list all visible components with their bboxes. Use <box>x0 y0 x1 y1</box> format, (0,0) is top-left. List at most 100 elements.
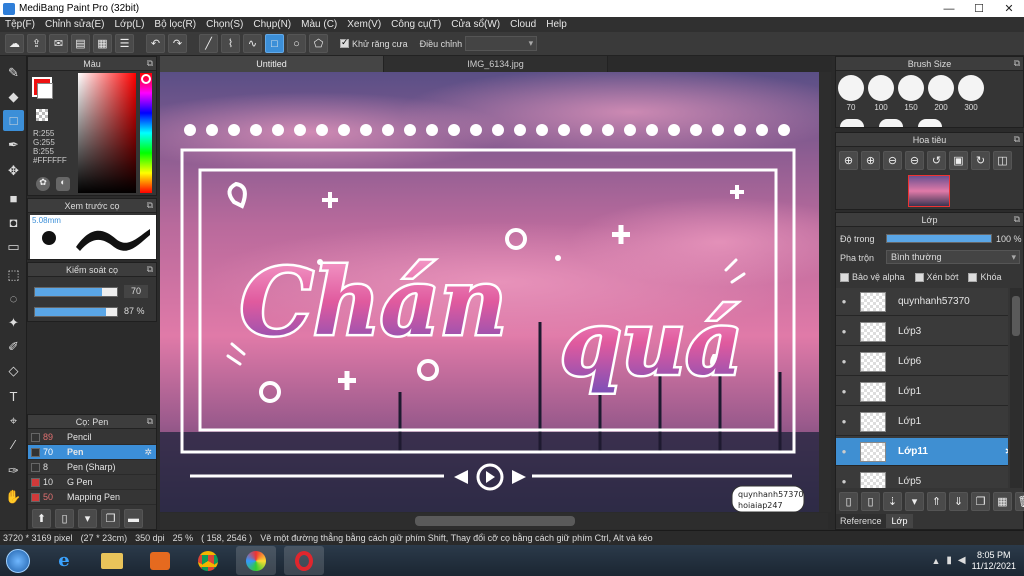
protect-alpha-option[interactable]: Bảo vệ alpha <box>840 272 905 282</box>
brush-tool-icon[interactable]: ✎ <box>3 62 24 83</box>
media-player-icon[interactable] <box>140 546 180 575</box>
copy-brush-icon[interactable]: ❐ <box>101 509 120 528</box>
text-tool-icon[interactable]: T <box>3 386 24 407</box>
menu-help[interactable]: Help <box>541 19 572 30</box>
minimize-button[interactable]: — <box>934 0 964 17</box>
menu-capture[interactable]: Chụp(N) <box>248 19 296 30</box>
merge-up-icon[interactable]: ⇑ <box>927 492 946 511</box>
document-icon[interactable]: ▤ <box>71 34 90 53</box>
opera-icon[interactable] <box>284 546 324 575</box>
zoom-out-2-icon[interactable]: ⊖ <box>905 151 924 170</box>
expand-icon[interactable]: ⧉ <box>1014 134 1020 145</box>
cloud-icon[interactable]: ☁ <box>5 34 24 53</box>
dropper2-tool-icon[interactable]: ✑ <box>3 460 24 481</box>
zoom-in-icon[interactable]: ⊕ <box>839 151 858 170</box>
grid-icon[interactable]: ▦ <box>93 34 112 53</box>
brush-item-pen-sharp[interactable]: 8 Pen (Sharp) <box>28 460 156 475</box>
magic-wand-tool-icon[interactable]: ✦ <box>3 312 24 333</box>
layer-item-selected[interactable]: ● Lớp11 ✲ <box>836 438 1008 466</box>
lock-option[interactable]: Khóa <box>968 272 1002 282</box>
expand-icon[interactable]: ⧉ <box>147 264 153 275</box>
size-preset-100[interactable]: 100 <box>866 75 896 112</box>
bucket-tool-icon[interactable]: ◘ <box>3 212 24 233</box>
primary-color-swatch[interactable] <box>37 83 53 99</box>
layer-item[interactable]: ● Lớp6 <box>836 348 1008 376</box>
menu-filter[interactable]: Bộ lọc(R) <box>149 19 201 30</box>
start-button[interactable] <box>0 545 36 576</box>
medibang-app-icon[interactable] <box>236 546 276 575</box>
expand-icon[interactable]: ⧉ <box>147 200 153 211</box>
menu-layer[interactable]: Lớp(L) <box>110 19 150 30</box>
layer-item[interactable]: ● quynhanh57370 <box>836 288 1008 316</box>
color-tools-icon[interactable]: ◐ <box>56 177 70 191</box>
menu-window[interactable]: Cửa sổ(W) <box>446 19 505 30</box>
eye-icon[interactable]: ● <box>836 387 852 396</box>
brush-size-slider[interactable] <box>34 287 118 297</box>
antialias-checkbox[interactable] <box>340 37 349 48</box>
eye-icon[interactable]: ● <box>836 327 852 336</box>
pen-tool-icon[interactable]: ✒ <box>3 134 24 155</box>
gradient-tool-icon[interactable]: ▭ <box>3 236 24 257</box>
file-explorer-icon[interactable] <box>92 546 132 575</box>
layer-options-icon[interactable]: ▾ <box>905 492 924 511</box>
eye-icon[interactable]: ● <box>836 357 852 366</box>
polyline-tool-icon[interactable]: ⌇ <box>221 34 240 53</box>
menu-select[interactable]: Chọn(S) <box>201 19 248 30</box>
rotate-right-icon[interactable]: ↻ <box>971 151 990 170</box>
brush-item-pen[interactable]: 70 Pen ✲ <box>28 445 156 460</box>
layer-item[interactable]: ● Lớp5 <box>836 468 1008 488</box>
color-sv-picker[interactable] <box>78 73 136 193</box>
transparent-swatch[interactable] <box>36 109 48 121</box>
folder-icon[interactable]: ▬ <box>124 509 143 528</box>
ellipse-tool-icon[interactable]: ○ <box>287 34 306 53</box>
expand-icon[interactable]: ⧉ <box>1014 214 1020 225</box>
zoom-out-icon[interactable]: ⊖ <box>883 151 902 170</box>
zoom-in-2-icon[interactable]: ⊕ <box>861 151 880 170</box>
redo-icon[interactable]: ↷ <box>168 34 187 53</box>
palette-icon[interactable]: ✿ <box>36 177 50 191</box>
merge-down-icon[interactable]: ⇓ <box>949 492 968 511</box>
chrome-icon[interactable] <box>188 546 228 575</box>
comment-icon[interactable]: ✉ <box>49 34 68 53</box>
undo-icon[interactable]: ↶ <box>146 34 165 53</box>
volume-icon[interactable]: ◀ <box>958 555 966 566</box>
size-preset-150[interactable]: 150 <box>896 75 926 112</box>
menu-view[interactable]: Xem(V) <box>342 19 386 30</box>
polygon-tool-icon[interactable]: ⬠ <box>309 34 328 53</box>
brush-opacity-slider[interactable] <box>34 307 118 317</box>
maximize-button[interactable]: ☐ <box>964 0 994 17</box>
close-button[interactable]: ✕ <box>994 0 1024 17</box>
layer-item[interactable]: ● Lớp1 <box>836 378 1008 406</box>
expand-icon[interactable]: ⧉ <box>1014 58 1020 69</box>
gear-icon[interactable]: ✲ <box>144 447 152 458</box>
gear-icon[interactable]: ✲ <box>1005 445 1008 458</box>
artwork-canvas[interactable]: Chán quá quynhanh57370 hoiaiap247 <box>160 72 828 512</box>
menu-file[interactable]: Tệp(F) <box>0 19 40 30</box>
shape-tool-icon[interactable]: □ <box>3 110 24 131</box>
select-rect-tool-icon[interactable]: ⬚ <box>3 264 24 285</box>
tray-expand-icon[interactable]: ▲ <box>931 556 940 566</box>
delete-layer-icon[interactable]: 🗑 <box>1015 492 1024 511</box>
expand-icon[interactable]: ⧉ <box>147 58 153 69</box>
menu-tools[interactable]: Công cụ(T) <box>386 19 446 30</box>
rectangle-tool-icon[interactable]: □ <box>265 34 284 53</box>
canvas-area[interactable]: Chán quá quynhanh57370 hoiaiap247 <box>160 72 828 512</box>
lock-checkbox[interactable] <box>968 272 978 282</box>
eraser-tool-icon[interactable]: ◆ <box>3 86 24 107</box>
navigator-thumbnail[interactable] <box>908 175 950 207</box>
hscroll-thumb[interactable] <box>415 516 575 526</box>
network-icon[interactable]: ▮ <box>946 555 952 566</box>
import-layer-icon[interactable]: ⇣ <box>883 492 902 511</box>
size-preset-300[interactable]: 300 <box>956 75 986 112</box>
hue-handle[interactable] <box>141 74 151 84</box>
add-brush-icon[interactable]: ⬆ <box>32 509 51 528</box>
layer-grid-icon[interactable]: ▦ <box>993 492 1012 511</box>
brush-item-mapping-pen[interactable]: 50 Mapping Pen <box>28 490 156 505</box>
antialias-option[interactable]: Khử răng cưa <box>340 37 408 49</box>
tray-clock[interactable]: 8:05 PM 11/12/2021 <box>972 550 1016 572</box>
lasso-tool-icon[interactable]: ◌ <box>3 288 24 309</box>
fill-rect-tool-icon[interactable]: ■ <box>3 188 24 209</box>
eye-icon[interactable]: ● <box>836 297 852 306</box>
new-layer-2-icon[interactable]: ▯ <box>861 492 880 511</box>
adjust-select[interactable] <box>465 36 538 51</box>
